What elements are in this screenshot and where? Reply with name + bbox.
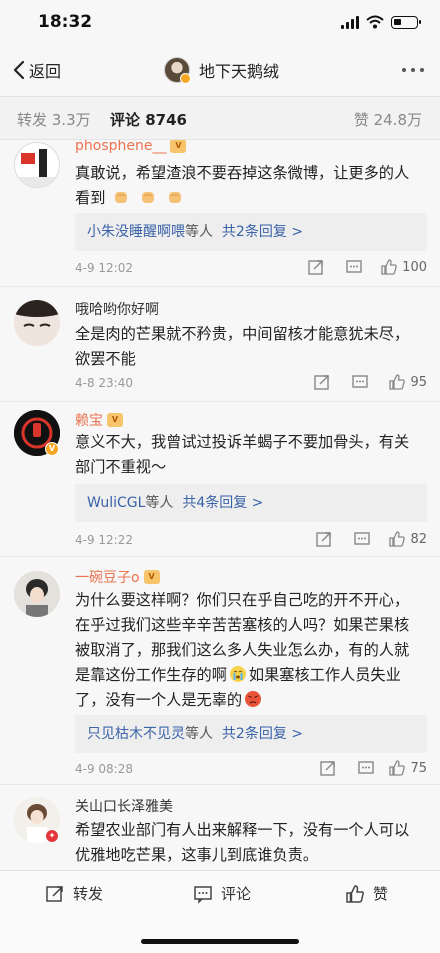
like-button[interactable]: 95: [388, 373, 427, 391]
back-label: 返回: [29, 62, 62, 81]
like-count: 100: [402, 259, 427, 275]
repost-icon: [46, 885, 63, 902]
comment-username[interactable]: 哦哈哟你好啊: [75, 299, 159, 319]
comment-meta: 4-9 12:22 82: [75, 530, 427, 550]
thumb-up-icon: [389, 760, 406, 776]
comment-icon[interactable]: [351, 373, 369, 391]
like-button[interactable]: 100: [380, 258, 427, 276]
like-label: 赞: [373, 885, 389, 903]
wifi-icon: [366, 15, 384, 29]
comment-icon[interactable]: [357, 759, 375, 777]
list-item: ✦ 关山口长泽雅美 希望农业部门有人出来解释一下，没有一个人可以 优雅地吃芒果，…: [0, 785, 440, 870]
comment-text: 意义不大，我曾试过投诉羊蝎子不要加骨头，有关 部门不重视～: [75, 433, 410, 476]
comment-label: 评论: [221, 885, 252, 903]
comment-username[interactable]: 一碗豆子o V: [75, 567, 160, 587]
like-count: 95: [410, 374, 427, 390]
comment-meta: 4-9 12:02 100: [75, 258, 427, 278]
signal-icon: [341, 15, 359, 29]
fist-emoji-icon: [115, 192, 128, 203]
vip-badge-icon: V: [107, 413, 123, 427]
page-title: 地下天鹅绒: [199, 62, 280, 81]
like-button[interactable]: 82: [388, 530, 427, 548]
thumb-up-icon: [389, 531, 406, 547]
tab-repost[interactable]: 转发 3.3万: [17, 109, 91, 130]
comment-text: 真敢说，希望渣浪不要吞掉这条微博，让更多的人 看到: [75, 164, 410, 207]
bottom-action-bar: 转发 评论 赞: [0, 870, 440, 953]
avatar: [164, 57, 191, 84]
like-count: 75: [410, 760, 427, 776]
battery-icon: [391, 15, 421, 29]
status-bar: 18:32: [0, 0, 440, 46]
comment-button[interactable]: 评论: [193, 883, 251, 904]
comment-icon: [194, 885, 212, 904]
more-icon[interactable]: [402, 68, 424, 72]
thumb-up-icon: [346, 884, 364, 903]
list-item: 一碗豆子o V 为什么要这样啊？你们只在乎自己吃的开不开心， 在乎过我们这些辛辛…: [0, 557, 440, 785]
reply-preview[interactable]: 只见枯木不见灵等人 共2条回复 >: [75, 715, 427, 753]
chevron-left-icon: [13, 60, 25, 80]
like-button[interactable]: 75: [388, 759, 427, 777]
like-button[interactable]: 赞: [345, 883, 388, 904]
avatar[interactable]: [14, 142, 60, 188]
comment-icon[interactable]: [353, 530, 371, 548]
list-item: 哦哈哟你好啊 全是肉的芒果就不矜贵，中间留核才能意犹未尽， 欲罢不能 4-8 2…: [0, 287, 440, 402]
comment-icon[interactable]: [345, 258, 363, 276]
nav-user[interactable]: 地下天鹅绒: [164, 57, 280, 84]
reply-preview[interactable]: WuliCGL等人 共4条回复 >: [75, 484, 427, 522]
tab-like[interactable]: 赞 24.8万: [354, 109, 422, 130]
verified-badge-icon: V: [45, 442, 59, 456]
share-icon[interactable]: [315, 530, 333, 548]
comment-time: 4-9 12:02: [75, 261, 133, 275]
tab-bar: 转发 3.3万 评论 8746 赞 24.8万: [0, 96, 440, 140]
comment-text: 全是肉的芒果就不矜贵，中间留核才能意犹未尽， 欲罢不能: [75, 325, 410, 368]
nav-bar: 返回 地下天鹅绒: [0, 46, 440, 96]
status-time: 18:32: [38, 12, 93, 32]
fist-emoji-icon: [142, 192, 155, 203]
angry-emoji-icon: [245, 691, 262, 707]
share-icon[interactable]: [307, 258, 325, 276]
thumb-up-icon: [381, 259, 397, 275]
repost-label: 转发: [73, 885, 104, 903]
comment-time: 4-9 12:22: [75, 533, 133, 547]
home-indicator: [141, 939, 299, 944]
comment-time: 4-8 23:40: [75, 376, 133, 390]
list-item: phosphene__ V 真敢说，希望渣浪不要吞掉这条微博，让更多的人 看到 …: [0, 140, 440, 287]
reply-preview[interactable]: 小朱没睡醒啊喂等人 共2条回复 >: [75, 213, 427, 251]
vip-badge-icon: V: [170, 140, 187, 153]
status-icons: [341, 15, 421, 29]
comment-list: phosphene__ V 真敢说，希望渣浪不要吞掉这条微博，让更多的人 看到 …: [0, 140, 440, 870]
comment-time: 4-9 08:28: [75, 762, 133, 776]
avatar[interactable]: [14, 571, 60, 617]
avatar[interactable]: [14, 300, 60, 346]
share-icon[interactable]: [313, 373, 331, 391]
comment-text: 希望农业部门有人出来解释一下，没有一个人可以 优雅地吃芒果，这事儿到底谁负责。: [75, 821, 410, 864]
crying-emoji-icon: [229, 666, 246, 682]
vip-badge-icon: V: [143, 570, 160, 584]
comment-username[interactable]: 关山口长泽雅美: [75, 796, 173, 816]
comment-meta: 4-8 23:40 95: [75, 373, 427, 393]
list-item: V 赖宝 V 意义不大，我曾试过投诉羊蝎子不要加骨头，有关 部门不重视～ Wul…: [0, 402, 440, 557]
comment-username[interactable]: phosphene__ V: [75, 140, 187, 154]
verified-badge-icon: ✦: [45, 829, 59, 843]
like-count: 82: [410, 531, 427, 547]
thumb-up-icon: [389, 374, 406, 390]
tab-comment[interactable]: 评论 8746: [110, 109, 187, 130]
comment-meta: 4-9 08:28 75: [75, 759, 427, 779]
comment-username[interactable]: 赖宝 V: [75, 410, 123, 430]
back-button[interactable]: 返回: [12, 58, 61, 82]
share-icon[interactable]: [319, 759, 337, 777]
comment-text: 为什么要这样啊？你们只在乎自己吃的开不开心， 在乎过我们这些辛辛苦苦塞核的人吗？…: [75, 591, 410, 709]
repost-button[interactable]: 转发: [45, 883, 103, 904]
fist-emoji-icon: [168, 192, 181, 203]
